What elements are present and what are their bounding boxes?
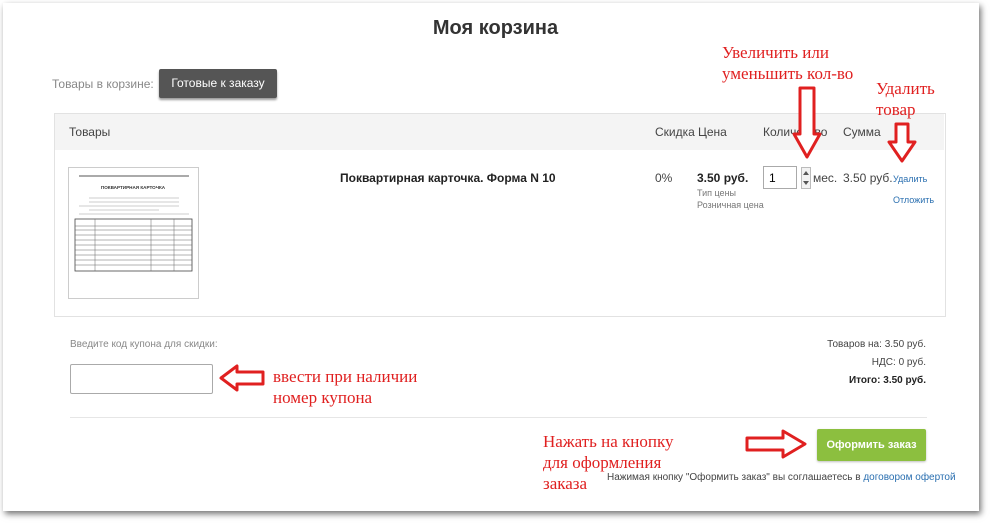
totals-vat: НДС: 0 руб. (760, 357, 926, 368)
annotation-arrow-left-icon (219, 364, 265, 392)
tab-ready-to-order[interactable]: Готовые к заказу (159, 69, 277, 98)
spinner-arrows-icon (801, 167, 811, 189)
cart-tabs-label: Товары в корзине: (52, 77, 154, 91)
quantity-input[interactable] (763, 166, 797, 189)
price-type-value: Розничная цена (697, 200, 764, 210)
annotation-order-line1: Нажать на кнопку (543, 432, 674, 451)
annotation-delete-line1: Удалить (876, 79, 935, 98)
totals-grand-label: Итого: (848, 375, 881, 386)
annotation-order: Нажать на кнопку для оформления заказа (543, 431, 673, 494)
annotation-coupon-line1: ввести при наличии (273, 367, 418, 386)
checkout-button[interactable]: Оформить заказ (817, 429, 926, 461)
totals-grand: Итого: 3.50 руб. (760, 375, 926, 386)
price-type-label: Тип цены (697, 188, 737, 198)
totals-goods: Товаров на: 3.50 руб. (760, 339, 926, 350)
annotation-quantity-line1: Увеличить или (722, 43, 829, 62)
postpone-item-link[interactable]: Отложить (893, 195, 934, 205)
coupon-input[interactable] (70, 364, 213, 394)
header-sum: Сумма (843, 125, 881, 139)
form-preview-image: ПОКВАРТИРНАЯ КАРТОЧКА (69, 168, 198, 298)
product-thumbnail[interactable]: ПОКВАРТИРНАЯ КАРТОЧКА (68, 167, 199, 299)
product-sum: 3.50 руб. (843, 171, 893, 185)
annotation-order-line3: заказа (543, 474, 588, 493)
annotation-arrow-down-icon (887, 122, 917, 163)
product-discount: 0% (655, 171, 673, 185)
totals-goods-label: Товаров на: (827, 339, 882, 350)
product-name[interactable]: Поквартирная карточка. Форма N 10 (340, 171, 556, 185)
totals-goods-value: 3.50 руб. (884, 339, 926, 350)
annotation-quantity: Увеличить или уменьшить кол-во (722, 42, 853, 84)
annotation-arrow-right-icon (745, 429, 807, 459)
header-discount: Скидка (655, 125, 695, 139)
annotation-quantity-line2: уменьшить кол-во (722, 64, 854, 83)
thumbnail-title: ПОКВАРТИРНАЯ КАРТОЧКА (101, 185, 166, 190)
header-products: Товары (69, 125, 111, 139)
annotation-order-line2: для оформления (543, 453, 662, 472)
quantity-unit: мес. (813, 171, 838, 185)
annotation-coupon-line2: номер купона (273, 388, 373, 407)
annotation-delete: Удалить товар (876, 78, 935, 120)
delete-item-link[interactable]: Удалить (893, 174, 927, 184)
annotation-delete-line2: товар (876, 100, 916, 119)
totals-vat-value: 0 руб. (898, 357, 926, 368)
page-title: Моя корзина (432, 17, 559, 39)
coupon-label: Введите код купона для скидки: (70, 339, 218, 350)
header-price: Цена (698, 125, 727, 139)
price-type: Тип цены Розничная цена (697, 187, 764, 211)
divider (70, 417, 927, 418)
product-price: 3.50 руб. (697, 171, 749, 185)
offer-agreement-link[interactable]: договором офертой (863, 472, 955, 483)
totals-grand-value: 3.50 руб. (883, 375, 926, 386)
annotation-arrow-down-icon (792, 86, 822, 159)
annotation-coupon: ввести при наличии номер купона (273, 366, 417, 408)
quantity-stepper[interactable] (801, 167, 811, 189)
totals-vat-label: НДС: (871, 357, 896, 368)
